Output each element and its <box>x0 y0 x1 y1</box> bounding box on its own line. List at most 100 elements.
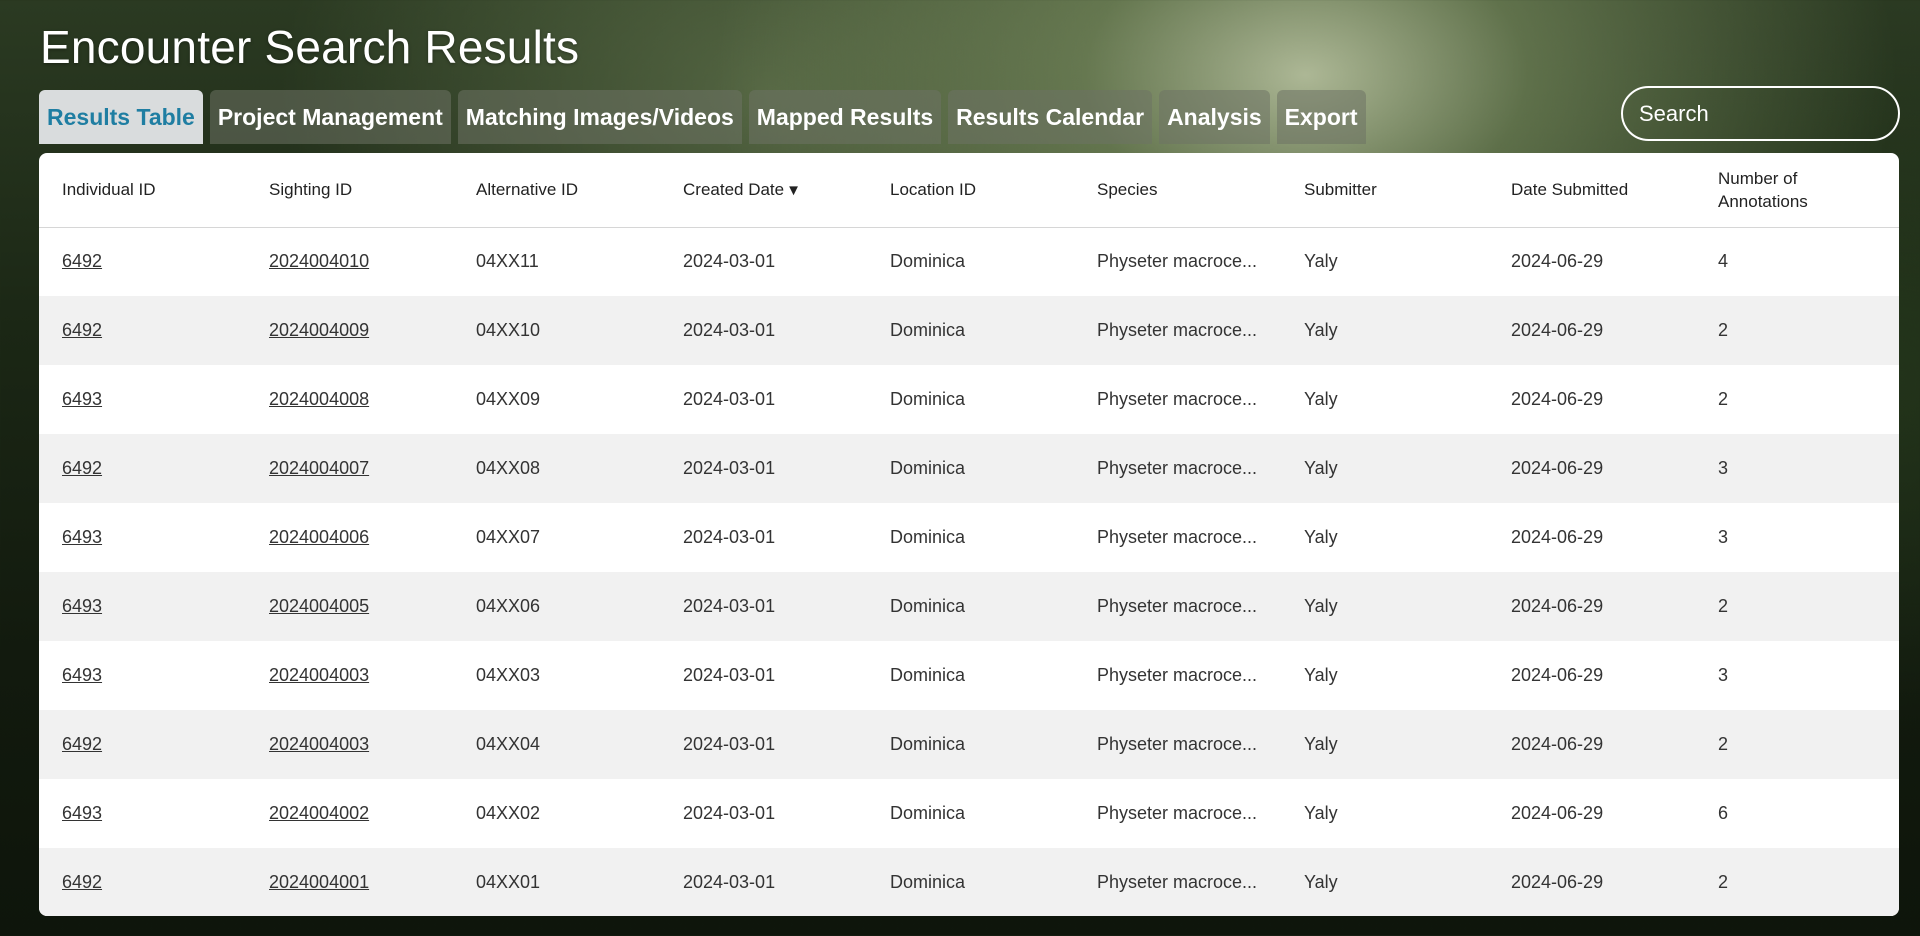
header-individual-id[interactable]: Individual ID <box>39 153 246 227</box>
tab-mapped-results[interactable]: Mapped Results <box>748 90 942 144</box>
table-row[interactable]: 6493 2024004008 04XX09 2024-03-01 Dominica Ph… <box>39 365 1899 434</box>
table-row[interactable]: 6493 2024004003 04XX03 2024-03-01 Dominica Ph… <box>39 641 1899 710</box>
table-row[interactable]: 6492 2024004009 04XX10 2024-03-01 Dominica Ph… <box>39 296 1899 365</box>
cell-date-submitted: 2024-06-29 <box>1511 527 1604 547</box>
cell-created-date: 2024-03-01 <box>683 734 776 754</box>
table-row[interactable]: 6493 2024004006 04XX07 2024-03-01 Dominica Ph… <box>39 503 1899 572</box>
cell-location-id: Dominica <box>890 872 966 892</box>
sighting-id-link[interactable]: 2024004001 <box>269 872 369 892</box>
cell-individual-id: 6493 <box>39 641 246 710</box>
header-created-date-label: Created Date <box>683 179 785 199</box>
individual-id-link[interactable]: 6493 <box>62 527 102 547</box>
tab-matching-images-videos[interactable]: Matching Images/Videos <box>457 90 742 144</box>
cell-submitter: Yaly <box>1304 665 1338 685</box>
cell-location-id: Dominica <box>890 665 966 685</box>
sighting-id-link[interactable]: 2024004003 <box>269 665 369 685</box>
individual-id-link[interactable]: 6492 <box>62 320 102 340</box>
table-header-row: Individual ID Sighting ID Alternative ID… <box>39 153 1899 227</box>
header-number-of-annotations-line2: Annotations <box>1718 191 1808 211</box>
search-input[interactable] <box>1639 100 1920 127</box>
header-submitter[interactable]: Submitter <box>1281 153 1488 227</box>
cell-alternative-id: 04XX08 <box>476 458 541 478</box>
cell-individual-id: 6492 <box>39 848 246 916</box>
cell-alternative-id: 04XX01 <box>476 872 541 892</box>
sort-descending-icon: ▼ <box>786 181 801 199</box>
sighting-id-link[interactable]: 2024004010 <box>269 251 369 271</box>
table-row[interactable]: 6493 2024004005 04XX06 2024-03-01 Dominica Ph… <box>39 572 1899 641</box>
individual-id-link[interactable]: 6492 <box>62 734 102 754</box>
table-row[interactable]: 6492 2024004003 04XX04 2024-03-01 Dominica Ph… <box>39 710 1899 779</box>
cell-number-of-annotations: 2 <box>1718 389 1729 409</box>
cell-date-submitted: 2024-06-29 <box>1511 251 1604 272</box>
table-row[interactable]: 6492 2024004001 04XX01 2024-03-01 Dominica Ph… <box>39 848 1899 916</box>
cell-species: Physeter macroce... <box>1097 665 1258 685</box>
cell-location-id: Dominica <box>890 389 966 409</box>
individual-id-link[interactable]: 6493 <box>62 803 102 823</box>
tab-export[interactable]: Export <box>1276 90 1366 144</box>
tab-results-calendar[interactable]: Results Calendar <box>948 90 1153 144</box>
cell-number-of-annotations: 2 <box>1718 320 1729 340</box>
table-row[interactable]: 6493 2024004002 04XX02 2024-03-01 Dominica Ph… <box>39 779 1899 848</box>
sighting-id-link[interactable]: 2024004005 <box>269 596 369 616</box>
cell-created-date: 2024-03-01 <box>683 389 776 409</box>
header-created-date[interactable]: Created Date ▼ <box>660 153 867 227</box>
individual-id-link[interactable]: 6493 <box>62 389 102 409</box>
cell-alternative-id: 04XX02 <box>476 803 541 823</box>
results-tabs: Results Table Project Management Matchin… <box>39 90 1366 144</box>
sighting-id-link[interactable]: 2024004007 <box>269 458 369 478</box>
cell-submitter: Yaly <box>1304 872 1338 892</box>
cell-individual-id: 6492 <box>39 227 246 296</box>
sighting-id-link[interactable]: 2024004003 <box>269 734 369 754</box>
table-body: 6492 2024004010 04XX11 2024-03-01 Dominica Ph… <box>39 227 1899 916</box>
table-row[interactable]: 6492 2024004007 04XX08 2024-03-01 Dominica Ph… <box>39 434 1899 503</box>
cell-species: Physeter macroce... <box>1097 251 1258 272</box>
sighting-id-link[interactable]: 2024004006 <box>269 527 369 547</box>
cell-sighting-id: 2024004002 <box>246 779 453 848</box>
cell-alternative-id: 04XX06 <box>476 596 541 616</box>
cell-individual-id: 6493 <box>39 572 246 641</box>
header-location-id[interactable]: Location ID <box>867 153 1074 227</box>
header-sighting-id[interactable]: Sighting ID <box>246 153 453 227</box>
cell-number-of-annotations: 2 <box>1718 872 1729 892</box>
sighting-id-link[interactable]: 2024004002 <box>269 803 369 823</box>
tab-analysis[interactable]: Analysis <box>1159 90 1270 144</box>
individual-id-link[interactable]: 6492 <box>62 872 102 892</box>
header-date-submitted[interactable]: Date Submitted <box>1488 153 1695 227</box>
cell-alternative-id: 04XX03 <box>476 665 541 685</box>
cell-location-id: Dominica <box>890 803 966 823</box>
tab-project-management[interactable]: Project Management <box>209 90 451 144</box>
cell-sighting-id: 2024004009 <box>246 296 453 365</box>
search-box <box>1621 86 1920 141</box>
cell-submitter: Yaly <box>1304 251 1338 272</box>
cell-created-date: 2024-03-01 <box>683 320 776 340</box>
individual-id-link[interactable]: 6493 <box>62 596 102 616</box>
cell-created-date: 2024-03-01 <box>683 596 776 616</box>
cell-species: Physeter macroce... <box>1097 734 1258 754</box>
cell-species: Physeter macroce... <box>1097 389 1258 409</box>
header-alternative-id[interactable]: Alternative ID <box>453 153 660 227</box>
individual-id-link[interactable]: 6492 <box>62 458 102 478</box>
tab-results-table[interactable]: Results Table <box>39 90 203 144</box>
cell-created-date: 2024-03-01 <box>683 803 776 823</box>
individual-id-link[interactable]: 6492 <box>62 251 102 271</box>
page-title: Encounter Search Results <box>40 21 580 73</box>
individual-id-link[interactable]: 6493 <box>62 665 102 685</box>
cell-number-of-annotations: 3 <box>1718 458 1729 478</box>
cell-alternative-id: 04XX07 <box>476 527 541 547</box>
sighting-id-link[interactable]: 2024004008 <box>269 389 369 409</box>
results-table: Individual ID Sighting ID Alternative ID… <box>39 153 1899 916</box>
cell-individual-id: 6493 <box>39 365 246 434</box>
cell-location-id: Dominica <box>890 596 966 616</box>
header-number-of-annotations[interactable]: Number of Annotations <box>1695 153 1899 227</box>
cell-submitter: Yaly <box>1304 458 1338 478</box>
cell-location-id: Dominica <box>890 458 966 478</box>
cell-sighting-id: 2024004007 <box>246 434 453 503</box>
cell-individual-id: 6493 <box>39 779 246 848</box>
sighting-id-link[interactable]: 2024004009 <box>269 320 369 340</box>
cell-species: Physeter macroce... <box>1097 872 1258 892</box>
header-species[interactable]: Species <box>1074 153 1281 227</box>
cell-location-id: Dominica <box>890 734 966 754</box>
cell-date-submitted: 2024-06-29 <box>1511 458 1604 478</box>
table-row[interactable]: 6492 2024004010 04XX11 2024-03-01 Dominica Ph… <box>39 227 1899 296</box>
cell-number-of-annotations: 2 <box>1718 596 1729 616</box>
